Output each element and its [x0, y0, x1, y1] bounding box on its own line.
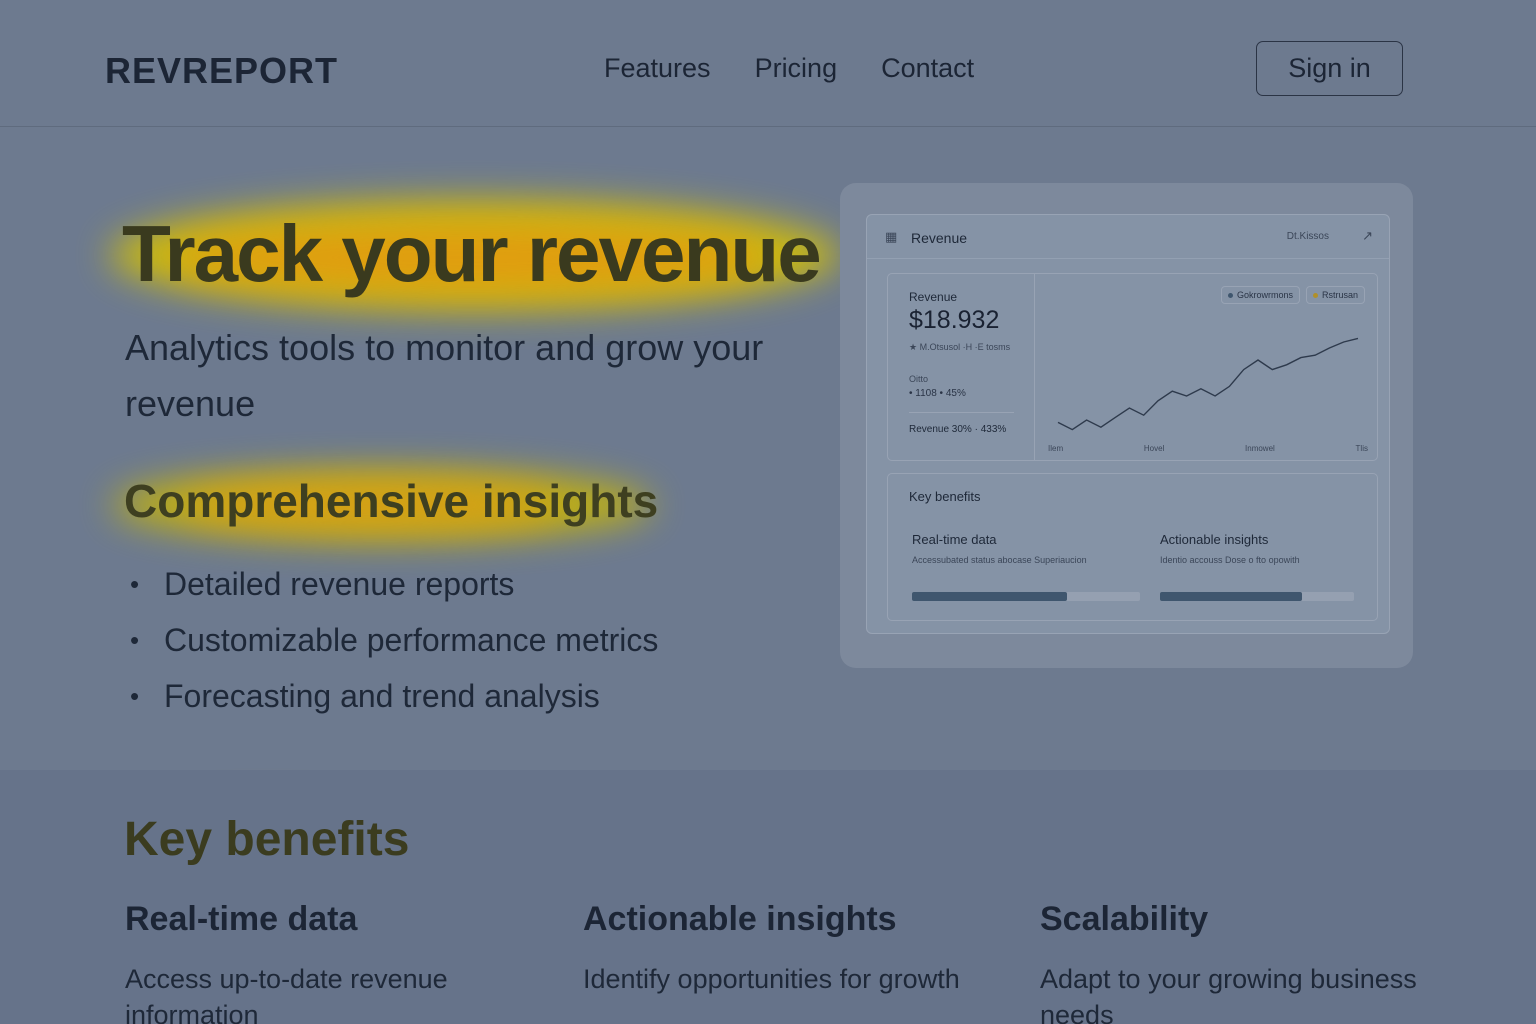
bullet-icon: •: [130, 624, 140, 655]
benefit-title: Scalability: [1040, 900, 1209, 938]
logo: REVREPORT: [105, 50, 339, 91]
revenue-series-line: [1057, 337, 1359, 431]
preview-benefit: Actionable insights Identio accouss Dose…: [1160, 532, 1300, 565]
legend-item: Rstrusan: [1305, 286, 1365, 304]
benefit-card: Scalability Adapt to your growing busine…: [1040, 900, 1440, 1024]
insights-list: • Detailed revenue reports • Customizable …: [130, 556, 658, 724]
revenue-panel: Revenue $18.932 ★ M.Otsusol ·H ·E tosms …: [887, 273, 1378, 461]
list-item: • Detailed revenue reports: [130, 556, 658, 612]
benefits-title: Key benefits: [124, 813, 410, 866]
revenue-value: $18.932: [909, 306, 1000, 334]
hero-title: Track your revenue: [122, 209, 822, 298]
preview-title: Revenue: [911, 230, 968, 246]
x-tick: Tlis: [1355, 444, 1368, 453]
share-icon: ↗: [1362, 228, 1373, 243]
preview-benefit: Real-time data Accessubated status aboca…: [912, 532, 1087, 565]
revenue-label: Revenue: [909, 290, 958, 304]
x-axis-ticks: Ilem Hovel Inmowel Tlis: [1048, 444, 1368, 453]
benefit-card: Actionable insights Identify opportuniti…: [583, 900, 983, 997]
x-tick: Inmowel: [1245, 444, 1275, 453]
insights-title: Comprehensive insights: [124, 475, 659, 527]
main-nav: Features Pricing Contact: [604, 53, 974, 84]
bullet-icon: •: [130, 568, 140, 599]
revenue-line: Revenue 30% · 433%: [909, 424, 1007, 435]
revenue-summary: Revenue $18.932 ★ M.Otsusol ·H ·E tosms …: [888, 274, 1035, 460]
nav-contact[interactable]: Contact: [881, 53, 974, 84]
x-tick: Hovel: [1143, 444, 1165, 453]
list-item: • Customizable performance metrics: [130, 612, 658, 668]
preview-benefits-title: Key benefits: [909, 489, 981, 504]
hero-subtitle: Analytics tools to monitor and grow your…: [125, 327, 764, 424]
dashboard-preview: ▦ Revenue Dt.Kissos ↗ Revenue $18.932 ★ …: [866, 214, 1390, 634]
mini-label: Oitto: [909, 374, 929, 384]
benefit-card: Real-time data Access up-to-date revenue…: [125, 900, 525, 1024]
list-item: • Forecasting and trend analysis: [130, 668, 658, 724]
nav-pricing[interactable]: Pricing: [755, 53, 838, 84]
preview-header: ▦ Revenue Dt.Kissos ↗: [867, 215, 1389, 259]
bullet-icon: •: [130, 680, 140, 711]
sign-in-button[interactable]: Sign in: [1256, 41, 1403, 96]
mini-values: • 1108 • 45%: [909, 388, 966, 399]
benefit-text: Access up-to-date revenue information: [125, 964, 448, 1024]
divider: [909, 412, 1014, 413]
progress-bar: [912, 592, 1140, 601]
legend-item: Gokrowrmons: [1220, 286, 1300, 304]
chart-legend: Gokrowrmons Rstrusan: [1220, 286, 1365, 304]
top-header: REVREPORT Features Pricing Contact Sign …: [0, 0, 1536, 127]
preview-option: Dt.Kissos: [1286, 231, 1329, 242]
benefit-title: Real-time data: [125, 900, 358, 938]
benefit-title: Actionable insights: [583, 900, 897, 938]
nav-features[interactable]: Features: [604, 53, 711, 84]
x-tick: Ilem: [1048, 444, 1064, 453]
revenue-sublabel: ★ M.Otsusol ·H ·E tosms: [909, 342, 1011, 352]
chart-icon: ▦: [885, 229, 898, 244]
benefit-text: Identify opportunities for growth: [583, 964, 960, 994]
revenue-line-chart: [1057, 337, 1359, 431]
progress-bar: [1160, 592, 1354, 601]
benefit-text: Adapt to your growing business needs: [1040, 964, 1417, 1024]
preview-benefits: Key benefits Real-time data Accessubated…: [887, 473, 1378, 621]
